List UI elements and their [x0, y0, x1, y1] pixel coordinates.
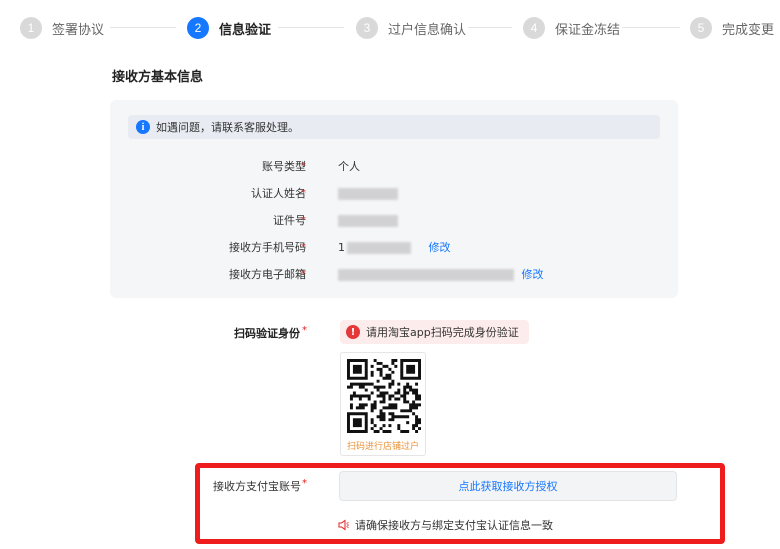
- edit-email-link[interactable]: 修改: [522, 268, 544, 281]
- field-value: 修改: [338, 266, 544, 282]
- step-label: 信息验证: [219, 22, 272, 38]
- progress-stepper: 1 签署协议 2 信息验证 3 过户信息确认 4 保证金冻结 5 完成变更: [0, 0, 780, 56]
- receiver-info-card: i 如遇问题，请联系客服处理。 账号类型 * 个人 认证人姓名 * 证件号 * …: [110, 100, 678, 298]
- field-label: 接收方手机号码: [229, 241, 306, 254]
- field-label: 账号类型: [262, 160, 306, 173]
- step-connector: [110, 27, 176, 28]
- scan-warning: ! 请用淘宝app扫码完成身份验证: [340, 320, 529, 344]
- step-number: 4: [523, 17, 545, 39]
- step-connector: [278, 27, 344, 28]
- step-info-verify: 2 信息验证: [187, 16, 271, 40]
- edit-phone-link[interactable]: 修改: [429, 241, 451, 254]
- field-label: 认证人姓名: [251, 187, 306, 200]
- speaker-icon: [338, 519, 349, 531]
- required-mark: *: [301, 241, 306, 253]
- notice-text: 如遇问题，请联系客服处理。: [156, 121, 299, 134]
- step-label: 签署协议: [52, 22, 105, 38]
- alipay-account-label: 接收方支付宝账号: [213, 480, 301, 493]
- field-account-type: 账号类型 * 个人: [110, 156, 678, 176]
- required-mark: *: [301, 214, 306, 226]
- field-value: 个人: [338, 160, 360, 173]
- step-deposit-freeze: 4 保证金冻结: [523, 16, 620, 40]
- required-mark: *: [302, 325, 307, 336]
- field-cert-id: 证件号 *: [110, 210, 678, 230]
- field-value-redacted: [338, 187, 398, 200]
- info-icon: i: [136, 120, 150, 134]
- alipay-tip: 请确保接收方与绑定支付宝认证信息一致: [338, 517, 553, 533]
- step-number: 2: [187, 17, 209, 39]
- required-mark: *: [302, 478, 307, 489]
- field-value-redacted: [338, 214, 398, 227]
- step-label: 完成变更: [722, 22, 775, 38]
- required-mark: *: [301, 187, 306, 199]
- field-cert-name: 认证人姓名 *: [110, 183, 678, 203]
- step-number: 3: [356, 17, 378, 39]
- required-mark: *: [301, 160, 306, 172]
- scan-warning-text: 请用淘宝app扫码完成身份验证: [366, 326, 519, 339]
- alert-icon: !: [346, 325, 360, 339]
- get-authorization-button[interactable]: 点此获取接收方授权: [339, 471, 677, 501]
- step-complete-change: 5 完成变更: [690, 16, 774, 40]
- field-label: 接收方电子邮箱: [229, 268, 306, 281]
- alipay-tip-text: 请确保接收方与绑定支付宝认证信息一致: [355, 519, 553, 532]
- step-label: 过户信息确认: [388, 22, 467, 38]
- qr-code-card: 扫码进行店铺过户: [340, 352, 426, 456]
- step-connector: [622, 27, 680, 28]
- field-value: 1 修改: [338, 239, 451, 255]
- step-sign-agreement: 1 签署协议: [20, 16, 104, 40]
- qr-caption: 扫码进行店铺过户: [346, 442, 419, 452]
- field-email: 接收方电子邮箱 * 修改: [110, 264, 678, 284]
- step-transfer-confirm: 3 过户信息确认: [356, 16, 466, 40]
- step-number: 5: [690, 17, 712, 39]
- step-label: 保证金冻结: [555, 22, 621, 38]
- field-phone: 接收方手机号码 * 1 修改: [110, 237, 678, 257]
- phone-prefix: 1: [338, 241, 345, 254]
- notice-banner: i 如遇问题，请联系客服处理。: [128, 115, 660, 139]
- scan-label: 扫码验证身份: [234, 327, 300, 340]
- section-title: 接收方基本信息: [112, 70, 204, 85]
- step-number: 1: [20, 17, 42, 39]
- required-mark: *: [301, 268, 306, 280]
- step-connector: [468, 27, 512, 28]
- qr-code-image: [347, 359, 421, 433]
